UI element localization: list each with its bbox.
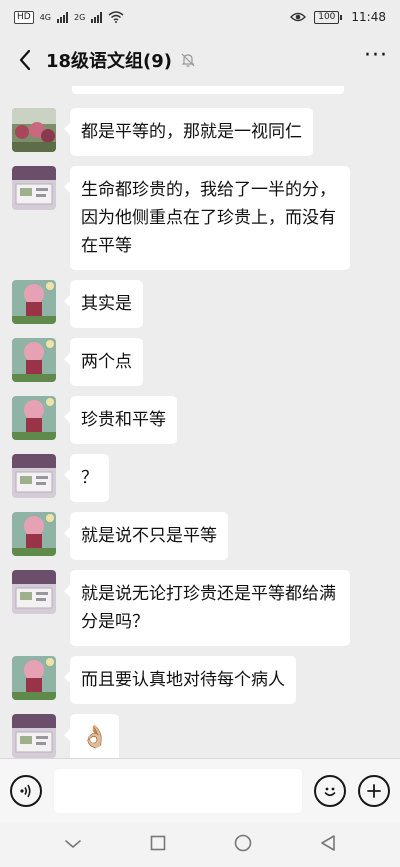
status-bar: HD 4G 2G 100 11:48 xyxy=(0,0,400,34)
battery-indicator: 100 xyxy=(314,10,343,24)
message-list[interactable]: 都是平等的，那就是一视同仁 生命都珍贵的，我给了一半的分，因为他侧重点在了珍贵上… xyxy=(0,86,400,758)
smiley-icon xyxy=(324,787,336,796)
hd-indicator: HD xyxy=(14,10,34,24)
clock: 11:48 xyxy=(351,10,386,24)
avatar-b-image xyxy=(12,570,56,614)
avatar-b-image xyxy=(12,454,56,498)
chat-title: 18级语文组(9) xyxy=(46,51,173,72)
status-left: HD 4G 2G xyxy=(14,10,124,24)
avatar[interactable] xyxy=(12,512,56,556)
avatar-b-image xyxy=(12,166,56,210)
mute-indicator xyxy=(180,52,196,68)
input-bar xyxy=(0,758,400,822)
avatar[interactable] xyxy=(12,656,56,700)
chat-header: 18级语文组(9) ··· xyxy=(0,34,400,86)
avatar[interactable] xyxy=(12,714,56,758)
system-back-button[interactable] xyxy=(320,834,336,856)
voice-icon xyxy=(20,784,31,797)
avatar[interactable] xyxy=(12,280,56,324)
message-bubble[interactable]: 两个点 xyxy=(64,338,143,386)
chevron-left-icon xyxy=(19,49,31,71)
square-icon xyxy=(150,835,166,850)
avatar-c-image xyxy=(12,512,56,556)
wifi-icon xyxy=(108,11,124,23)
message-input[interactable] xyxy=(54,768,302,813)
avatar[interactable] xyxy=(12,108,56,152)
message-row: 而且要认真地对待每个病人 xyxy=(12,656,296,704)
message-row: 其实是 xyxy=(12,280,143,328)
emoji-button[interactable] xyxy=(314,774,346,807)
avatar[interactable] xyxy=(12,396,56,440)
bell-off-icon xyxy=(181,53,195,67)
message-bubble[interactable]: ？ xyxy=(64,454,109,502)
avatar-c-image xyxy=(12,280,56,324)
signal-icon xyxy=(57,11,68,23)
status-right: 100 11:48 xyxy=(290,10,386,24)
avatar-b-image xyxy=(12,714,56,758)
avatar[interactable] xyxy=(12,454,56,498)
network-type-1: 4G xyxy=(39,12,51,22)
voice-button[interactable] xyxy=(10,774,42,807)
signal-icon-2 xyxy=(91,11,103,23)
home-button[interactable] xyxy=(234,834,252,856)
back-button[interactable] xyxy=(12,45,38,75)
add-button[interactable] xyxy=(358,774,390,807)
partial-message-bubble xyxy=(72,86,344,94)
message-row: 两个点 xyxy=(12,338,143,386)
recents-button[interactable] xyxy=(150,835,166,855)
avatar[interactable] xyxy=(12,570,56,614)
circle-icon xyxy=(234,834,252,851)
avatar[interactable] xyxy=(12,166,56,210)
message-row: 都是平等的，那就是一视同仁 xyxy=(12,108,313,156)
avatar-c-image xyxy=(12,396,56,440)
message-row: 就是说无论打珍贵还是平等都给满分是吗？ xyxy=(12,570,350,646)
message-bubble[interactable]: 珍贵和平等 xyxy=(64,396,177,444)
avatar-c-image xyxy=(12,656,56,700)
message-bubble[interactable]: 就是说无论打珍贵还是平等都给满分是吗？ xyxy=(64,570,350,646)
plus-icon xyxy=(367,783,381,798)
avatar[interactable] xyxy=(12,338,56,382)
system-nav-bar xyxy=(0,822,400,867)
message-bubble[interactable]: 而且要认真地对待每个病人 xyxy=(64,656,296,704)
more-options-button[interactable]: ··· xyxy=(364,45,388,74)
network-type-2: 2G xyxy=(74,12,86,22)
message-row: ？ xyxy=(12,454,109,502)
message-bubble[interactable]: 生命都珍贵的，我给了一半的分，因为他侧重点在了珍贵上，而没有在平等 xyxy=(64,166,350,270)
message-row: 👌🏼 xyxy=(12,714,120,758)
chevron-down-icon xyxy=(65,840,81,848)
message-row: 珍贵和平等 xyxy=(12,396,177,444)
message-bubble[interactable]: 其实是 xyxy=(64,280,143,328)
avatar-a-image xyxy=(12,108,56,152)
avatar-c-image xyxy=(12,338,56,382)
message-row: 就是说不只是平等 xyxy=(12,512,228,560)
eye-comfort-icon xyxy=(290,12,307,22)
triangle-back-icon xyxy=(321,834,335,851)
message-bubble[interactable]: 👌🏼 xyxy=(63,714,120,758)
message-bubble[interactable]: 都是平等的，那就是一视同仁 xyxy=(64,108,313,156)
hide-keyboard-button[interactable] xyxy=(64,835,82,854)
message-bubble[interactable]: 就是说不只是平等 xyxy=(64,512,228,560)
message-row: 生命都珍贵的，我给了一半的分，因为他侧重点在了珍贵上，而没有在平等 xyxy=(12,166,350,270)
